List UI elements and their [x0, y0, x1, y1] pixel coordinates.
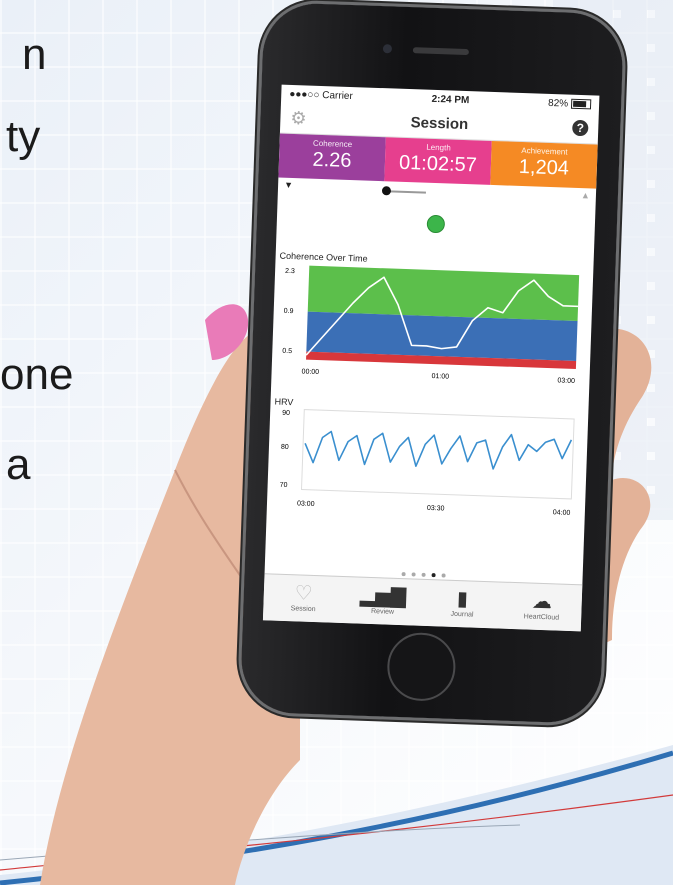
triangle-up-icon[interactable]: ▲ [581, 190, 590, 200]
tab-label: Session [290, 605, 316, 614]
coh-y-tick: 0.9 [284, 308, 294, 315]
coherence-indicator-dot [426, 214, 446, 234]
coh-y-tick: 0.5 [282, 348, 292, 355]
hrv-y-tick: 80 [281, 444, 289, 451]
hrv-x-tick: 03:00 [297, 500, 315, 508]
tab-bar: ♡ Session ▂▅▇ Review ▮ Journal ☁ HeartCl… [262, 573, 583, 632]
gear-icon[interactable]: ⚙ [290, 107, 307, 129]
hrv-x-tick: 03:30 [427, 505, 445, 513]
stat-value: 2.26 [312, 148, 352, 173]
hrv-y-tick: 90 [282, 410, 290, 417]
tab-session[interactable]: ♡ Session [263, 574, 344, 623]
stat-coherence: Coherence 2.26 [278, 133, 386, 182]
page-dot[interactable] [441, 573, 446, 578]
challenge-slider-knob[interactable] [381, 186, 392, 196]
help-icon[interactable]: ? [572, 119, 589, 137]
home-button[interactable] [386, 631, 457, 702]
earpiece-speaker [412, 47, 469, 56]
app-screen: ●●●○○ Carrier 2:24 PM 82% ⚙ Session ? Co… [262, 84, 600, 632]
cloud-icon: ☁ [531, 590, 553, 613]
stat-achievement: Achievement 1,204 [490, 140, 598, 189]
bar-chart-icon: ▂▅▇ [359, 584, 407, 608]
page-title: Session [410, 113, 469, 133]
tab-label: HeartCloud [523, 613, 560, 622]
coh-y-tick: 2.3 [285, 268, 295, 275]
carrier-label: ●●●○○ Carrier [289, 88, 354, 102]
coh-x-tick: 00:00 [301, 368, 319, 376]
tab-label: Journal [450, 610, 474, 619]
triangle-down-icon[interactable]: ▼ [284, 180, 293, 190]
band-high [307, 265, 580, 322]
coh-x-tick: 01:00 [431, 373, 449, 381]
stat-length: Length 01:02:57 [384, 137, 492, 185]
coh-x-tick: 03:00 [557, 377, 575, 385]
page-dot[interactable] [421, 572, 426, 577]
page-dot[interactable] [431, 573, 436, 578]
tab-journal[interactable]: ▮ Journal [422, 580, 503, 629]
hrv-chart: 90 80 70 03:00 03:30 04:00 [280, 409, 575, 517]
tab-heartcloud[interactable]: ☁ HeartCloud [501, 583, 582, 632]
hrv-x-tick: 04:00 [553, 509, 571, 517]
battery-percent: 82% [547, 97, 569, 110]
page-dot[interactable] [401, 572, 406, 577]
clock-label: 2:24 PM [431, 93, 470, 106]
heart-icon: ♡ [294, 581, 313, 605]
challenge-slider-track[interactable] [385, 190, 426, 194]
coherence-chart: 2.3 0.9 0.5 00:00 01:00 03:00 [282, 265, 580, 385]
journal-icon: ▮ [456, 587, 469, 610]
tab-review[interactable]: ▂▅▇ Review [342, 577, 423, 626]
phone-device: ●●●○○ Carrier 2:24 PM 82% ⚙ Session ? Co… [239, 1, 625, 725]
front-camera [382, 44, 393, 54]
tab-label: Review [370, 608, 395, 616]
page-dot[interactable] [411, 572, 416, 577]
stat-value: 1,204 [518, 155, 570, 180]
battery-indicator: 82% [547, 97, 592, 110]
stat-value: 01:02:57 [398, 151, 478, 177]
hrv-y-tick: 70 [280, 482, 288, 489]
battery-icon [570, 98, 592, 110]
